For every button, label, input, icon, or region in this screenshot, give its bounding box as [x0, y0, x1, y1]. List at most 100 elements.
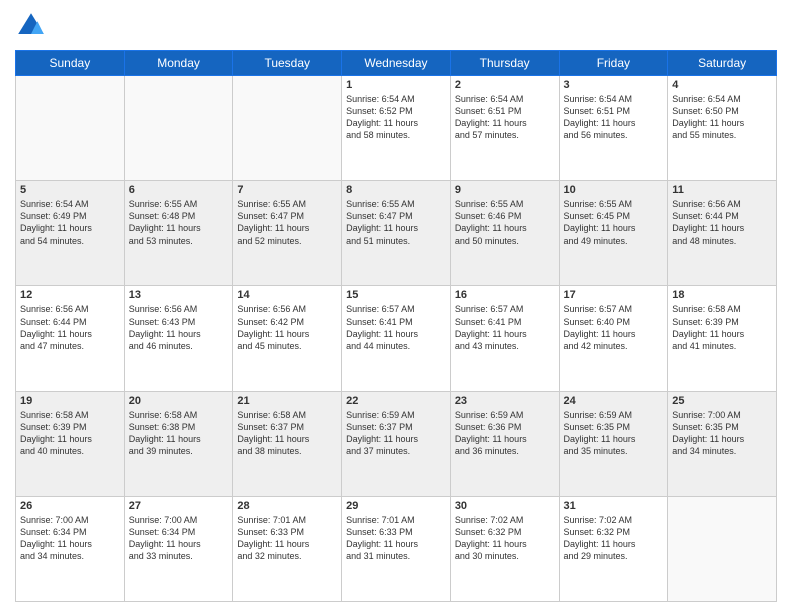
day-number: 13	[129, 289, 229, 301]
calendar-cell: 2Sunrise: 6:54 AM Sunset: 6:51 PM Daylig…	[450, 76, 559, 181]
day-number: 11	[672, 184, 772, 196]
calendar-cell: 29 Sunrise: 7:01 AM Sunset: 6:33 PM Dayli…	[342, 496, 451, 601]
calendar-cell: 26 Sunrise: 7:00 AM Sunset: 6:34 PM Dayli…	[16, 496, 125, 601]
cell-info: Sunrise: 7:01 AM Sunset: 6:33 PM Dayligh…	[237, 514, 337, 563]
weekday-saturday: Saturday	[668, 51, 777, 76]
cell-info: Sunrise: 6:55 AM Sunset: 6:48 PM Dayligh…	[129, 198, 229, 247]
cell-info: Sunrise: 6:57 AM Sunset: 6:41 PM Dayligh…	[346, 303, 446, 352]
calendar-cell: 16 Sunrise: 6:57 AM Sunset: 6:41 PM Dayli…	[450, 286, 559, 391]
calendar-cell: 11 Sunrise: 6:56 AM Sunset: 6:44 PM Dayli…	[668, 181, 777, 286]
day-number: 26	[20, 500, 120, 512]
cell-info: Sunrise: 7:00 AM Sunset: 6:35 PM Dayligh…	[672, 409, 772, 458]
day-number: 8	[346, 184, 446, 196]
day-number: 16	[455, 289, 555, 301]
cell-info: Sunrise: 6:56 AM Sunset: 6:44 PM Dayligh…	[672, 198, 772, 247]
calendar-cell: 19Sunrise: 6:58 AM Sunset: 6:39 PM Dayli…	[16, 391, 125, 496]
cell-info: Sunrise: 6:57 AM Sunset: 6:41 PM Dayligh…	[455, 303, 555, 352]
day-number: 17	[564, 289, 664, 301]
calendar-week-2: 12 Sunrise: 6:56 AM Sunset: 6:44 PM Dayli…	[16, 286, 777, 391]
cell-info: Sunrise: 6:54 AM Sunset: 6:52 PM Dayligh…	[346, 93, 446, 142]
cell-info: Sunrise: 6:54 AM Sunset: 6:49 PM Dayligh…	[20, 198, 120, 247]
logo-icon	[15, 10, 47, 42]
calendar-cell: 9Sunrise: 6:55 AM Sunset: 6:46 PM Daylig…	[450, 181, 559, 286]
calendar-cell: 31 Sunrise: 7:02 AM Sunset: 6:32 PM Dayli…	[559, 496, 668, 601]
calendar-cell: 25 Sunrise: 7:00 AM Sunset: 6:35 PM Dayli…	[668, 391, 777, 496]
calendar-cell: 8 Sunrise: 6:55 AM Sunset: 6:47 PM Daylig…	[342, 181, 451, 286]
day-number: 14	[237, 289, 337, 301]
calendar-cell: 28Sunrise: 7:01 AM Sunset: 6:33 PM Dayli…	[233, 496, 342, 601]
calendar-cell	[233, 76, 342, 181]
day-number: 12	[20, 289, 120, 301]
calendar-cell: 12 Sunrise: 6:56 AM Sunset: 6:44 PM Dayli…	[16, 286, 125, 391]
day-number: 27	[129, 500, 229, 512]
calendar: SundayMondayTuesdayWednesdayThursdayFrid…	[15, 50, 777, 602]
weekday-wednesday: Wednesday	[342, 51, 451, 76]
weekday-tuesday: Tuesday	[233, 51, 342, 76]
cell-info: Sunrise: 6:55 AM Sunset: 6:45 PM Dayligh…	[564, 198, 664, 247]
weekday-sunday: Sunday	[16, 51, 125, 76]
day-number: 29	[346, 500, 446, 512]
day-number: 21	[237, 395, 337, 407]
cell-info: Sunrise: 6:59 AM Sunset: 6:36 PM Dayligh…	[455, 409, 555, 458]
day-number: 24	[564, 395, 664, 407]
calendar-cell: 20Sunrise: 6:58 AM Sunset: 6:38 PM Dayli…	[124, 391, 233, 496]
cell-info: Sunrise: 7:00 AM Sunset: 6:34 PM Dayligh…	[20, 514, 120, 563]
day-number: 31	[564, 500, 664, 512]
calendar-cell: 4 Sunrise: 6:54 AM Sunset: 6:50 PM Daylig…	[668, 76, 777, 181]
weekday-thursday: Thursday	[450, 51, 559, 76]
day-number: 22	[346, 395, 446, 407]
calendar-cell: 13 Sunrise: 6:56 AM Sunset: 6:43 PM Dayli…	[124, 286, 233, 391]
calendar-cell	[16, 76, 125, 181]
calendar-cell: 17 Sunrise: 6:57 AM Sunset: 6:40 PM Dayli…	[559, 286, 668, 391]
day-number: 6	[129, 184, 229, 196]
calendar-cell: 27Sunrise: 7:00 AM Sunset: 6:34 PM Dayli…	[124, 496, 233, 601]
cell-info: Sunrise: 6:57 AM Sunset: 6:40 PM Dayligh…	[564, 303, 664, 352]
calendar-cell: 30 Sunrise: 7:02 AM Sunset: 6:32 PM Dayli…	[450, 496, 559, 601]
calendar-cell: 15 Sunrise: 6:57 AM Sunset: 6:41 PM Dayli…	[342, 286, 451, 391]
calendar-cell	[124, 76, 233, 181]
cell-info: Sunrise: 7:02 AM Sunset: 6:32 PM Dayligh…	[455, 514, 555, 563]
calendar-week-0: 1Sunrise: 6:54 AM Sunset: 6:52 PM Daylig…	[16, 76, 777, 181]
calendar-cell: 14Sunrise: 6:56 AM Sunset: 6:42 PM Dayli…	[233, 286, 342, 391]
cell-info: Sunrise: 6:58 AM Sunset: 6:37 PM Dayligh…	[237, 409, 337, 458]
calendar-cell	[668, 496, 777, 601]
day-number: 7	[237, 184, 337, 196]
cell-info: Sunrise: 6:54 AM Sunset: 6:50 PM Dayligh…	[672, 93, 772, 142]
calendar-cell: 23 Sunrise: 6:59 AM Sunset: 6:36 PM Dayli…	[450, 391, 559, 496]
page: SundayMondayTuesdayWednesdayThursdayFrid…	[0, 0, 792, 612]
cell-info: Sunrise: 6:55 AM Sunset: 6:47 PM Dayligh…	[237, 198, 337, 247]
cell-info: Sunrise: 6:58 AM Sunset: 6:38 PM Dayligh…	[129, 409, 229, 458]
calendar-cell: 21 Sunrise: 6:58 AM Sunset: 6:37 PM Dayli…	[233, 391, 342, 496]
day-number: 18	[672, 289, 772, 301]
cell-info: Sunrise: 6:56 AM Sunset: 6:44 PM Dayligh…	[20, 303, 120, 352]
day-number: 23	[455, 395, 555, 407]
calendar-cell: 6 Sunrise: 6:55 AM Sunset: 6:48 PM Daylig…	[124, 181, 233, 286]
day-number: 25	[672, 395, 772, 407]
day-number: 3	[564, 79, 664, 91]
calendar-cell: 24 Sunrise: 6:59 AM Sunset: 6:35 PM Dayli…	[559, 391, 668, 496]
logo	[15, 10, 51, 42]
calendar-cell: 3 Sunrise: 6:54 AM Sunset: 6:51 PM Daylig…	[559, 76, 668, 181]
calendar-cell: 22 Sunrise: 6:59 AM Sunset: 6:37 PM Dayli…	[342, 391, 451, 496]
weekday-monday: Monday	[124, 51, 233, 76]
calendar-week-1: 5 Sunrise: 6:54 AM Sunset: 6:49 PM Daylig…	[16, 181, 777, 286]
cell-info: Sunrise: 6:56 AM Sunset: 6:43 PM Dayligh…	[129, 303, 229, 352]
cell-info: Sunrise: 6:58 AM Sunset: 6:39 PM Dayligh…	[672, 303, 772, 352]
calendar-cell: 10Sunrise: 6:55 AM Sunset: 6:45 PM Dayli…	[559, 181, 668, 286]
cell-info: Sunrise: 7:02 AM Sunset: 6:32 PM Dayligh…	[564, 514, 664, 563]
cell-info: Sunrise: 6:55 AM Sunset: 6:47 PM Dayligh…	[346, 198, 446, 247]
day-number: 4	[672, 79, 772, 91]
day-number: 15	[346, 289, 446, 301]
day-number: 5	[20, 184, 120, 196]
cell-info: Sunrise: 6:59 AM Sunset: 6:37 PM Dayligh…	[346, 409, 446, 458]
calendar-cell: 1Sunrise: 6:54 AM Sunset: 6:52 PM Daylig…	[342, 76, 451, 181]
day-number: 30	[455, 500, 555, 512]
cell-info: Sunrise: 6:54 AM Sunset: 6:51 PM Dayligh…	[455, 93, 555, 142]
day-number: 19	[20, 395, 120, 407]
cell-info: Sunrise: 6:59 AM Sunset: 6:35 PM Dayligh…	[564, 409, 664, 458]
cell-info: Sunrise: 6:54 AM Sunset: 6:51 PM Dayligh…	[564, 93, 664, 142]
weekday-friday: Friday	[559, 51, 668, 76]
calendar-week-3: 19Sunrise: 6:58 AM Sunset: 6:39 PM Dayli…	[16, 391, 777, 496]
cell-info: Sunrise: 7:01 AM Sunset: 6:33 PM Dayligh…	[346, 514, 446, 563]
weekday-header-row: SundayMondayTuesdayWednesdayThursdayFrid…	[16, 51, 777, 76]
